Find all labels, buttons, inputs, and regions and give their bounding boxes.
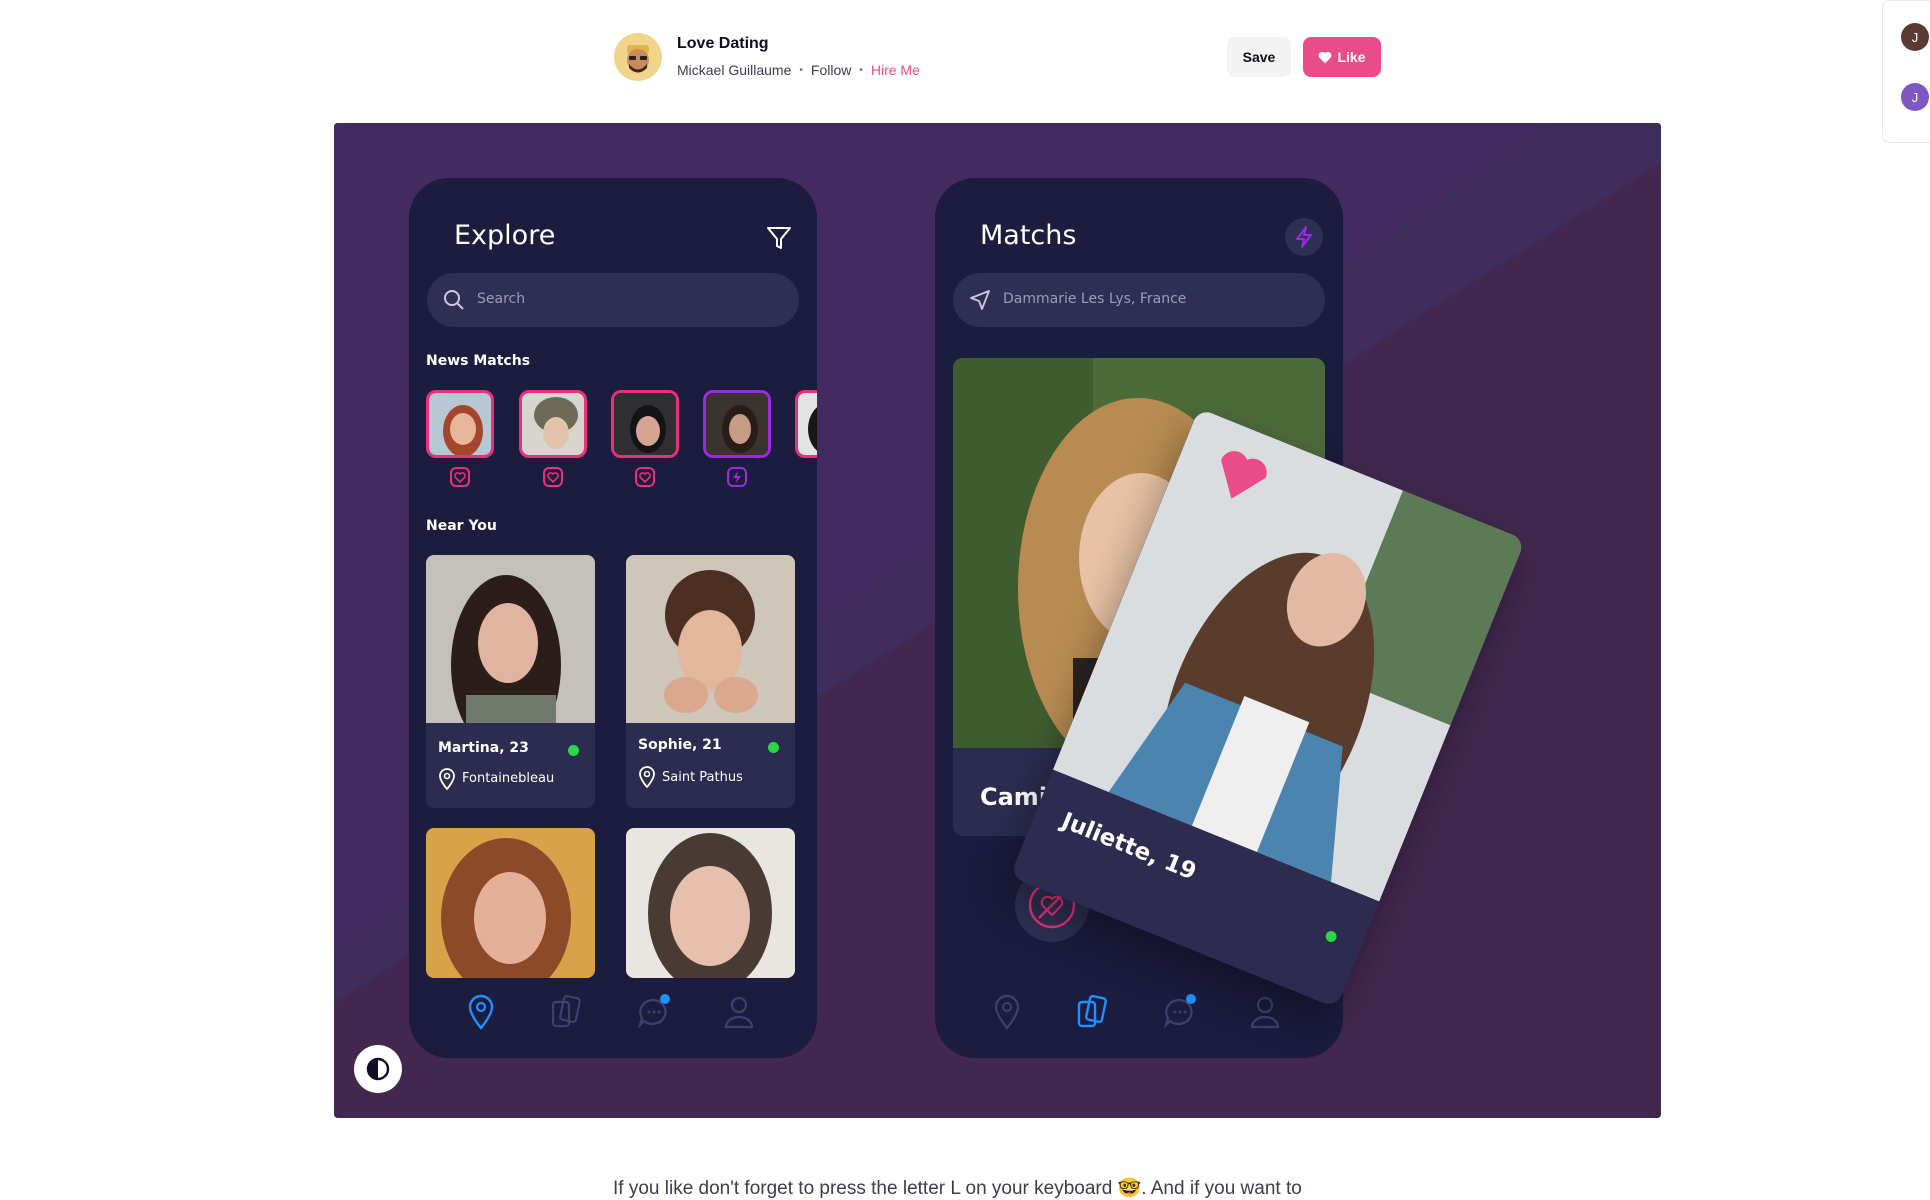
tab-location-pin-icon[interactable]	[464, 992, 498, 1032]
tab-cards-icon[interactable]	[1075, 992, 1109, 1032]
navigation-arrow-icon	[970, 290, 990, 310]
shot-header: Love Dating Mickael Guillaume • Follow •…	[614, 33, 1382, 83]
like-label: Like	[1337, 49, 1366, 65]
matchs-title: Matchs	[980, 220, 1077, 251]
lightning-icon[interactable]	[1285, 218, 1323, 256]
near-you-card[interactable]	[626, 828, 795, 978]
matchs-tab-bar	[935, 978, 1343, 1058]
near-you-label: Near You	[426, 518, 497, 534]
online-indicator	[768, 742, 779, 753]
shot-meta: Mickael Guillaume • Follow • Hire Me	[677, 62, 920, 78]
like-button[interactable]: Like	[1303, 37, 1381, 77]
contrast-toggle-button[interactable]	[354, 1045, 402, 1093]
rail-avatar[interactable]: J	[1901, 83, 1929, 111]
search-placeholder: Search	[477, 291, 526, 307]
hire-me-link[interactable]: Hire Me	[871, 62, 920, 78]
explore-title: Explore	[454, 220, 556, 251]
profile-photo	[626, 555, 795, 723]
tab-profile-icon[interactable]	[1248, 992, 1282, 1032]
shot-description: If you like don't forget to press the le…	[613, 1178, 1302, 1199]
explore-screen: Explore Search News Matchs Near You Mart…	[409, 178, 817, 1058]
author-name-link[interactable]: Mickael Guillaume	[677, 62, 791, 78]
location-text: Dammarie Les Lys, France	[1003, 291, 1187, 307]
rail-avatar[interactable]: J	[1901, 23, 1929, 51]
profile-location: Fontainebleau	[462, 771, 555, 786]
profile-photo	[626, 828, 795, 978]
shot-media: Explore Search News Matchs Near You Mart…	[334, 123, 1661, 1118]
near-you-card[interactable]: Sophie, 21 Saint Pathus	[626, 555, 795, 808]
heart-badge-icon	[543, 467, 563, 487]
profile-name: Sophie, 21	[638, 737, 722, 753]
tab-chat-icon[interactable]	[637, 992, 671, 1032]
contrast-icon	[366, 1057, 390, 1081]
near-you-card[interactable]	[426, 828, 595, 978]
tab-chat-icon[interactable]	[1163, 992, 1197, 1032]
tab-location-pin-icon[interactable]	[990, 992, 1024, 1032]
news-matches-label: News Matchs	[426, 353, 531, 369]
new-match-avatar[interactable]	[611, 390, 679, 458]
author-avatar[interactable]	[614, 33, 662, 81]
location-pin-icon	[439, 768, 455, 790]
online-indicator	[1323, 929, 1339, 944]
new-match-avatar[interactable]	[426, 390, 494, 458]
new-match-avatar[interactable]	[795, 390, 817, 458]
profile-name: Martina, 23	[438, 740, 529, 756]
explore-search-input[interactable]: Search	[427, 273, 799, 327]
heart-icon	[1319, 51, 1332, 63]
tab-profile-icon[interactable]	[722, 992, 756, 1032]
separator-dot: •	[799, 64, 803, 76]
filter-icon[interactable]	[766, 226, 792, 250]
right-rail: J J	[1882, 0, 1930, 143]
lightning-badge-icon	[727, 467, 747, 487]
follow-link[interactable]: Follow	[811, 62, 851, 78]
profile-photo	[426, 555, 595, 723]
near-you-card[interactable]: Martina, 23 Fontainebleau	[426, 555, 595, 808]
separator-dot: •	[859, 64, 863, 76]
explore-tab-bar	[409, 978, 817, 1058]
profile-photo	[426, 828, 595, 978]
search-icon	[444, 290, 464, 310]
new-match-avatar[interactable]	[703, 390, 771, 458]
shot-title: Love Dating	[677, 35, 769, 52]
location-field[interactable]: Dammarie Les Lys, France	[953, 273, 1325, 327]
location-pin-icon	[639, 766, 655, 788]
profile-location: Saint Pathus	[662, 770, 743, 785]
heart-badge-icon	[635, 467, 655, 487]
heart-badge-icon	[450, 467, 470, 487]
new-match-avatar[interactable]	[519, 390, 587, 458]
tab-cards-icon[interactable]	[549, 992, 583, 1032]
online-indicator	[568, 745, 579, 756]
save-button[interactable]: Save	[1227, 37, 1291, 77]
